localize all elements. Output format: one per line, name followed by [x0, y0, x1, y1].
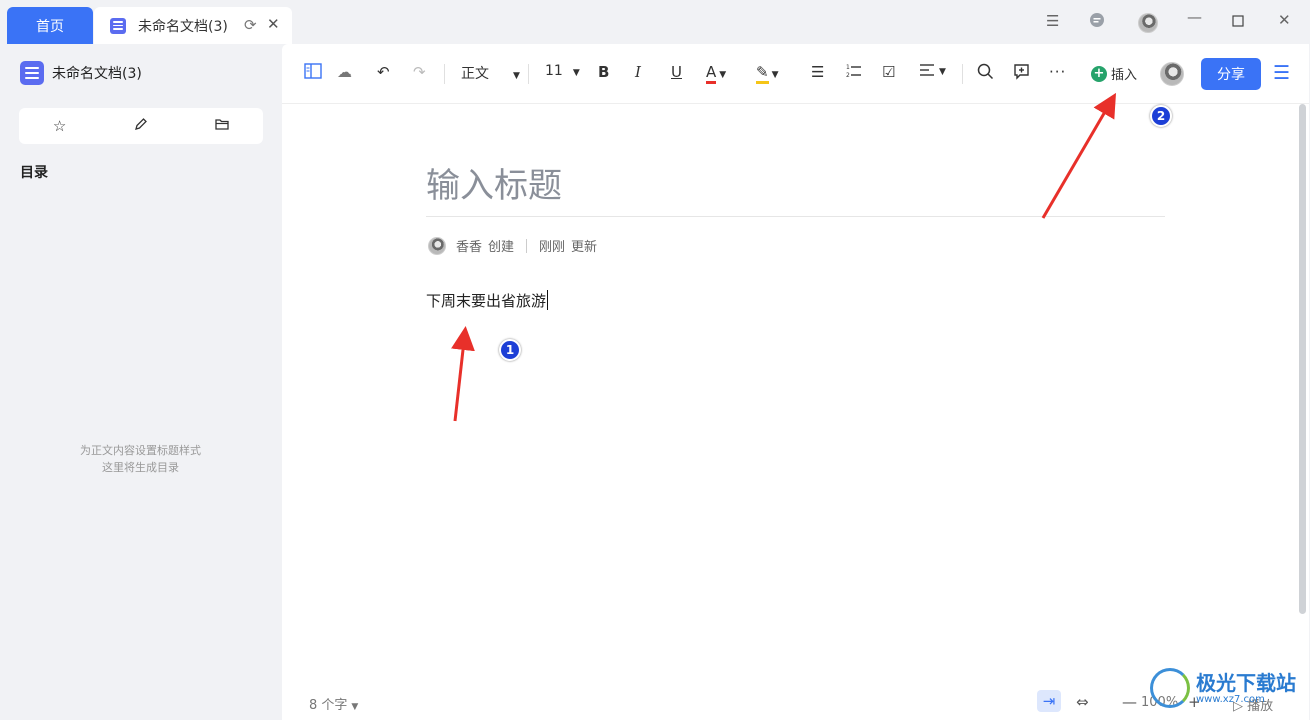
- toc-empty-line1: 为正文内容设置标题样式: [80, 444, 201, 457]
- watermark-name: 极光下载站: [1196, 670, 1296, 695]
- document-title-input[interactable]: 输入标题: [426, 158, 562, 207]
- author-name: 香香: [456, 240, 483, 255]
- bullet-list-icon[interactable]: ☰: [811, 63, 824, 81]
- list-icon[interactable]: ☰: [1046, 12, 1059, 30]
- tab-document[interactable]: 未命名文档(3) ⟳ ✕: [94, 7, 292, 44]
- folder-icon[interactable]: [202, 116, 242, 136]
- insert-button[interactable]: + 插入: [1091, 64, 1137, 83]
- star-icon[interactable]: ☆: [40, 117, 80, 135]
- cloud-icon[interactable]: ☁: [337, 63, 352, 81]
- svg-text:2: 2: [846, 72, 850, 79]
- toolbar-divider: [528, 64, 529, 84]
- comment-icon[interactable]: [1013, 63, 1030, 84]
- close-icon[interactable]: ✕: [267, 15, 280, 33]
- document-meta: 香香 创建 刚刚 更新: [428, 236, 597, 255]
- sidebar-toggle-icon[interactable]: [304, 63, 322, 83]
- chevron-down-icon: ▼: [513, 71, 520, 81]
- sidebar-tools: ☆: [19, 108, 263, 144]
- sidebar-doc-title[interactable]: 未命名文档(3): [20, 61, 142, 85]
- watermark-url: www.xz7.com: [1196, 693, 1265, 705]
- title-divider: [426, 216, 1165, 217]
- updated-time: 刚刚: [539, 240, 566, 255]
- window-close-icon[interactable]: ✕: [1278, 11, 1291, 29]
- reload-icon[interactable]: ⟳: [244, 16, 257, 34]
- word-count-label: 8 个字: [309, 698, 348, 713]
- more-icon[interactable]: ···: [1049, 63, 1066, 81]
- doc-icon: [110, 17, 126, 34]
- title-bar: 首页 未命名文档(3) ⟳ ✕ ☰ — ✕: [0, 0, 1310, 44]
- word-count[interactable]: 8 个字 ▼: [309, 694, 358, 713]
- watermark-logo-icon: [1150, 668, 1190, 708]
- edit-icon[interactable]: [121, 116, 161, 136]
- annotation-badge-2: 2: [1150, 105, 1172, 127]
- underline-icon[interactable]: U: [671, 63, 682, 81]
- zoom-out-icon[interactable]: —: [1122, 693, 1137, 711]
- tab-document-label: 未命名文档(3): [138, 18, 228, 35]
- editor-panel: ☁ ↶ ↷ 正文 ▼ 11 ▼ B I U A ▼ ✎ ▼ ☰ 12 ☑ ▼ ··· +…: [282, 44, 1309, 720]
- maximize-icon[interactable]: [1232, 13, 1244, 31]
- search-icon[interactable]: [977, 63, 994, 84]
- full-width-icon[interactable]: ⇔: [1076, 693, 1089, 711]
- document-body[interactable]: 下周末要出省旅游: [426, 290, 549, 311]
- toolbar-divider: [962, 64, 963, 84]
- chevron-down-icon: ▼: [351, 702, 359, 712]
- sidebar-doc-title-label: 未命名文档(3): [52, 66, 142, 82]
- plus-icon: +: [1091, 65, 1107, 82]
- created-label: 创建: [488, 240, 515, 255]
- toolbar-divider: [444, 64, 445, 84]
- updated-label: 更新: [571, 240, 598, 255]
- toc-empty-line2: 这里将生成目录: [102, 461, 179, 474]
- share-button[interactable]: 分享: [1201, 58, 1261, 90]
- font-color-icon[interactable]: A ▼: [706, 63, 726, 84]
- minimize-icon[interactable]: —: [1187, 8, 1202, 26]
- paragraph-style-select[interactable]: 正文 ▼: [461, 63, 520, 83]
- toc-heading: 目录: [20, 165, 48, 181]
- bold-icon[interactable]: B: [598, 63, 609, 81]
- share-button-label: 分享: [1217, 67, 1245, 83]
- toolbar: ☁ ↶ ↷ 正文 ▼ 11 ▼ B I U A ▼ ✎ ▼ ☰ 12 ☑ ▼ ··· +…: [282, 44, 1309, 104]
- paragraph-style-value: 正文: [461, 66, 489, 82]
- doc-icon: [20, 61, 44, 85]
- narrow-width-icon[interactable]: ⇥: [1037, 690, 1061, 712]
- undo-icon[interactable]: ↶: [377, 63, 390, 81]
- menu-icon[interactable]: ☰: [1273, 62, 1290, 84]
- align-icon[interactable]: ▼: [919, 63, 946, 81]
- checkbox-icon[interactable]: ☑: [882, 63, 895, 81]
- scrollbar[interactable]: [1299, 104, 1306, 614]
- collaborator-avatar[interactable]: [1160, 62, 1184, 86]
- svg-text:1: 1: [846, 64, 850, 71]
- text-caret: [547, 290, 549, 310]
- body-paragraph: 下周末要出省旅游: [426, 292, 547, 310]
- chat-icon[interactable]: [1089, 12, 1105, 32]
- author-avatar: [428, 236, 446, 255]
- toc-empty-hint: 为正文内容设置标题样式 这里将生成目录: [0, 442, 281, 476]
- chevron-down-icon: ▼: [572, 68, 580, 78]
- watermark: 极光下载站 www.xz7.com: [1150, 668, 1296, 708]
- numbered-list-icon[interactable]: 12: [846, 63, 862, 83]
- font-size-value: 11: [545, 63, 563, 79]
- font-size-select[interactable]: 11 ▼: [545, 63, 580, 79]
- user-avatar[interactable]: [1138, 13, 1158, 33]
- tab-home-label: 首页: [36, 18, 64, 35]
- highlight-icon[interactable]: ✎ ▼: [756, 63, 779, 84]
- redo-icon[interactable]: ↷: [413, 63, 426, 81]
- italic-icon[interactable]: I: [635, 63, 641, 81]
- sidebar: 未命名文档(3) ☆ 目录 为正文内容设置标题样式 这里将生成目录: [0, 44, 281, 720]
- insert-button-label: 插入: [1111, 68, 1138, 83]
- annotation-badge-1: 1: [499, 339, 521, 361]
- tab-home[interactable]: 首页: [7, 7, 93, 44]
- meta-divider: [526, 238, 528, 253]
